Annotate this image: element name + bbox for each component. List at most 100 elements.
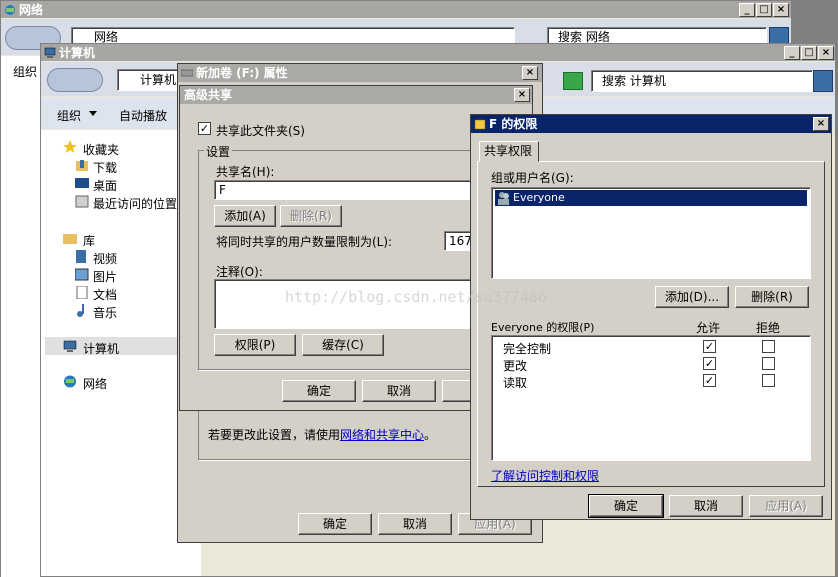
nav-videos[interactable]: 视频 [93, 250, 117, 267]
chevron-down-icon [89, 111, 97, 116]
advanced-sharing-ok-button[interactable]: 确定 [282, 380, 356, 402]
network-window-title: 网络 [19, 3, 44, 17]
comment-label: 注释(O): [216, 265, 263, 279]
network-close-button[interactable]: × [773, 3, 789, 17]
network-titlebar: 网络 [1, 1, 791, 18]
share-name-input[interactable]: F [214, 180, 514, 200]
allow-header: 允许 [696, 321, 721, 335]
settings-group-label: 设置 [204, 143, 233, 160]
perm-change-deny[interactable] [762, 357, 775, 370]
deny-header: 拒绝 [756, 321, 781, 335]
network-minimize-button[interactable]: _ [739, 3, 755, 17]
computer-back-forward[interactable] [47, 68, 103, 92]
globe-icon [64, 375, 76, 388]
computer-search-icon[interactable] [813, 70, 833, 92]
permissions-header: Everyone 的权限(P) [491, 321, 595, 334]
share-folder-checkbox[interactable]: ✓ [198, 122, 211, 135]
drive-icon [181, 69, 193, 77]
properties-ok-button[interactable]: 确定 [298, 513, 372, 535]
downloads-icon [76, 160, 88, 171]
remove-share-button[interactable]: 删除(R) [280, 205, 342, 227]
computer-maximize-button[interactable]: □ [801, 46, 817, 60]
perm-full-control-deny[interactable] [762, 340, 775, 353]
group-users-label: 组或用户名(G): [491, 171, 574, 185]
refresh-icon[interactable] [563, 72, 583, 90]
permissions-ok-button[interactable]: 确定 [588, 494, 664, 518]
permissions-title: F 的权限 [489, 117, 538, 131]
footer-text: 若要更改此设置，请使用 [208, 428, 341, 442]
network-sidebar [1, 56, 41, 577]
nav-music[interactable]: 音乐 [93, 304, 117, 321]
share-name-label: 共享名(H): [216, 165, 275, 179]
network-sharing-center-link[interactable]: 网络和共享中心 [340, 428, 424, 442]
caching-button[interactable]: 缓存(C) [302, 334, 384, 356]
organize-menu[interactable]: 组织 [57, 107, 81, 124]
advanced-sharing-close-button[interactable]: × [514, 88, 530, 102]
add-share-button[interactable]: 添加(A) [214, 205, 276, 227]
computer-address-bar[interactable]: 计算机 [117, 69, 181, 91]
perm-read-deny[interactable] [762, 374, 775, 387]
properties-close-button[interactable]: × [522, 66, 538, 80]
permissions-cancel-button[interactable]: 取消 [669, 495, 743, 517]
remove-user-button[interactable]: 删除(R) [735, 286, 809, 308]
computer-close-button[interactable]: × [818, 46, 834, 60]
perm-read-allow[interactable]: ✓ [703, 374, 716, 387]
permissions-close-button[interactable]: × [813, 117, 829, 131]
nav-recent-places[interactable]: 最近访问的位置 [93, 195, 177, 212]
learn-access-control-link[interactable]: 了解访问控制和权限 [491, 467, 599, 484]
computer-titlebar: 计算机 [41, 44, 835, 61]
perm-full-control-allow[interactable]: ✓ [703, 340, 716, 353]
user-limit-label: 将同时共享的用户数量限制为(L): [216, 235, 393, 249]
network-toolbar-organize[interactable]: 组织 [13, 63, 37, 80]
share-folder-label: 共享此文件夹(S) [216, 124, 305, 138]
user-everyone-label: Everyone [513, 191, 565, 204]
permissions-dialog: F 的权限 × 共享权限 组或用户名(G): Everyone 添加(D)...… [470, 114, 832, 520]
permissions-button[interactable]: 权限(P) [214, 334, 296, 356]
properties-titlebar: 新加卷 (F:) 属性 [178, 64, 542, 82]
nav-computer[interactable]: 计算机 [83, 340, 119, 357]
nav-pictures[interactable]: 图片 [93, 268, 117, 285]
network-maximize-button[interactable]: □ [756, 3, 772, 17]
users-icon [498, 192, 509, 205]
footer-end: 。 [424, 428, 437, 442]
properties-title: 新加卷 (F:) 属性 [196, 66, 288, 80]
desktop-icon [75, 178, 89, 188]
comment-textarea[interactable] [214, 279, 514, 329]
computer-address-text: 计算机 [140, 73, 177, 87]
network-icon [5, 5, 15, 15]
autoplay-button[interactable]: 自动播放 [119, 107, 167, 124]
nav-favorites[interactable]: 收藏夹 [83, 141, 119, 158]
perm-change-allow[interactable]: ✓ [703, 357, 716, 370]
permissions-titlebar: F 的权限 [471, 115, 831, 133]
nav-desktop[interactable]: 桌面 [93, 177, 117, 194]
advanced-sharing-cancel-button[interactable]: 取消 [362, 380, 436, 402]
share-name-value: F [219, 183, 226, 197]
computer-search-input[interactable]: 搜索 计算机 [591, 70, 813, 92]
perm-change-label: 更改 [503, 359, 528, 373]
properties-footer-text: 若要更改此设置，请使用网络和共享中心。 [208, 426, 436, 443]
nav-downloads[interactable]: 下载 [93, 159, 117, 176]
music-icon [77, 304, 84, 317]
star-icon [63, 140, 77, 153]
computer-nav-icon [63, 340, 77, 352]
perm-read-label: 读取 [503, 376, 528, 390]
recent-places-icon [75, 195, 89, 208]
documents-icon [76, 286, 88, 299]
advanced-sharing-titlebar: 高级共享 [180, 86, 532, 104]
nav-network[interactable]: 网络 [83, 375, 107, 392]
computer-search-text: 搜索 计算机 [602, 74, 666, 88]
video-icon [76, 250, 86, 263]
permissions-apply-button[interactable]: 应用(A) [749, 495, 823, 517]
advanced-sharing-title: 高级共享 [184, 88, 233, 102]
share-permissions-tab[interactable]: 共享权限 [479, 141, 539, 162]
user-everyone-row[interactable]: Everyone [495, 190, 807, 206]
nav-documents[interactable]: 文档 [93, 286, 117, 303]
computer-minimize-button[interactable]: _ [784, 46, 800, 60]
perm-full-control-label: 完全控制 [503, 342, 552, 356]
user-limit-value: 167 [449, 234, 472, 248]
libraries-icon [63, 234, 77, 244]
add-user-button[interactable]: 添加(D)... [655, 286, 729, 308]
nav-libraries[interactable]: 库 [83, 232, 95, 249]
properties-cancel-button[interactable]: 取消 [378, 513, 452, 535]
network-search-text: 搜索 网络 [558, 30, 610, 44]
